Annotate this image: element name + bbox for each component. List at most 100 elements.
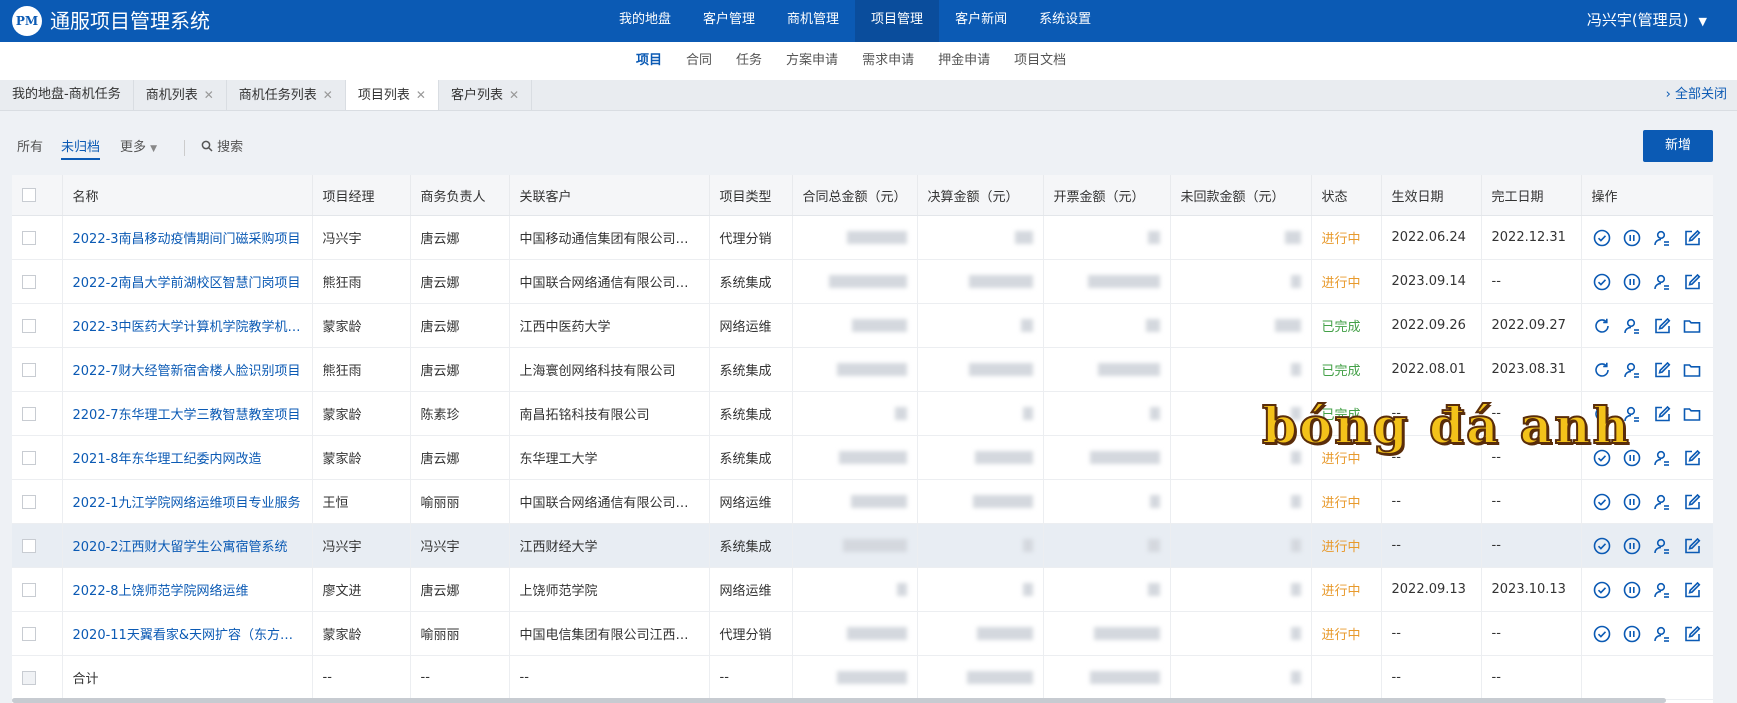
folder-icon[interactable] — [1682, 360, 1702, 380]
manager-cell: 熊狂雨 — [312, 347, 411, 392]
pause-circle-icon[interactable] — [1622, 492, 1642, 512]
project-name-link[interactable]: 2020-2江西财大留学生公寓宿管系统 — [62, 523, 313, 568]
search-icon — [201, 140, 213, 152]
check-circle-icon[interactable] — [1592, 624, 1612, 644]
refresh-icon[interactable] — [1592, 316, 1612, 336]
close-all-tabs-button[interactable]: › 全部关闭 — [1666, 80, 1727, 110]
subnav-item[interactable]: 合同 — [674, 42, 724, 80]
table-row[interactable]: 2020-2江西财大留学生公寓宿管系统 冯兴宇 冯兴宇 江西财经大学 系统集成 进行中 --… — [12, 523, 1713, 568]
project-name-link[interactable]: 2022-7财大经管新宿舍楼人脸识别项目 — [62, 347, 313, 392]
pause-circle-icon[interactable] — [1622, 536, 1642, 556]
assign-user-icon[interactable] — [1622, 360, 1642, 380]
row-checkbox[interactable] — [22, 494, 36, 509]
check-circle-icon[interactable] — [1592, 272, 1612, 292]
assign-user-icon[interactable] — [1652, 536, 1672, 556]
actions-cell — [1581, 303, 1713, 348]
assign-user-icon[interactable] — [1652, 448, 1672, 468]
nav-item[interactable]: 客户新闻 — [939, 0, 1023, 42]
subnav-item[interactable]: 任务 — [724, 42, 774, 80]
table-row[interactable]: 2020-11天翼看家&天网扩容（东方）项目 蒙家龄 喻丽丽 中国电信集团有限公司江西… — [12, 611, 1713, 656]
filter-more-dropdown[interactable]: 更多 ▼ — [120, 138, 157, 159]
row-checkbox[interactable] — [22, 582, 36, 597]
edit-icon[interactable] — [1682, 272, 1702, 292]
table-row[interactable]: 2022-7财大经管新宿舍楼人脸识别项目 熊狂雨 唐云娜 上海寰创网络科技有限公司 系统… — [12, 347, 1713, 392]
table-row[interactable]: 2022-8上饶师范学院网络运维 廖文进 唐云娜 上饶师范学院 网络运维 进行中 2022.… — [12, 567, 1713, 612]
assign-user-icon[interactable] — [1622, 316, 1642, 336]
pause-circle-icon[interactable] — [1622, 272, 1642, 292]
edit-icon[interactable] — [1682, 228, 1702, 248]
close-icon[interactable]: ✕ — [416, 88, 426, 102]
edit-icon[interactable] — [1652, 360, 1672, 380]
horizontal-scrollbar[interactable] — [12, 698, 1666, 703]
select-all-checkbox[interactable] — [22, 188, 36, 202]
assign-user-icon[interactable] — [1652, 272, 1672, 292]
pause-circle-icon[interactable] — [1622, 228, 1642, 248]
page-tab[interactable]: 商机列表 ✕ — [134, 80, 227, 110]
edit-icon[interactable] — [1652, 404, 1672, 424]
page-tab[interactable]: 商机任务列表 ✕ — [227, 80, 346, 110]
start-date-cell: -- — [1381, 523, 1482, 568]
add-project-button[interactable]: 新增 — [1643, 130, 1713, 162]
project-name-link[interactable]: 2021-8年东华理工纪委内网改造 — [62, 435, 313, 480]
table-row[interactable]: 2022-1九江学院网络运维项目专业服务王恒喻丽丽中国联合网络通信有限公司九江市… — [12, 479, 1713, 524]
check-circle-icon[interactable] — [1592, 580, 1612, 600]
page-tab[interactable]: 我的地盘-商机任务 — [0, 80, 134, 110]
edit-icon[interactable] — [1682, 492, 1702, 512]
page-tab[interactable]: 项目列表 ✕ — [345, 80, 439, 110]
row-checkbox[interactable] — [22, 318, 36, 333]
row-checkbox[interactable] — [22, 362, 36, 377]
project-name-link[interactable]: 2020-11天翼看家&天网扩容（东方）项目 — [62, 611, 313, 656]
actions-cell — [1581, 523, 1713, 568]
table-row[interactable]: 2022-3南昌移动疫情期间门磁采购项目 冯兴宇 唐云娜 中国移动通信集团有限公司江西… — [12, 215, 1713, 260]
assign-user-icon[interactable] — [1652, 492, 1672, 512]
user-menu[interactable]: 冯兴宇(管理员) ▼ — [1587, 0, 1707, 40]
project-name-link[interactable]: 2022-1九江学院网络运维项目专业服务 — [62, 479, 313, 524]
folder-icon[interactable] — [1682, 404, 1702, 424]
nav-item[interactable]: 我的地盘 — [603, 0, 687, 42]
nav-item[interactable]: 项目管理 — [855, 0, 940, 42]
project-name-link[interactable]: 2022-8上饶师范学院网络运维 — [62, 567, 313, 612]
check-circle-icon[interactable] — [1592, 536, 1612, 556]
check-circle-icon[interactable] — [1592, 492, 1612, 512]
search-button[interactable]: 搜索 — [201, 138, 243, 158]
subnav-item[interactable]: 需求申请 — [850, 42, 926, 80]
filter-unarchived[interactable]: 未归档 — [61, 138, 101, 160]
pause-circle-icon[interactable] — [1622, 624, 1642, 644]
pause-circle-icon[interactable] — [1622, 580, 1642, 600]
close-icon[interactable]: ✕ — [323, 88, 333, 102]
nav-item[interactable]: 商机管理 — [771, 0, 855, 42]
edit-icon[interactable] — [1682, 448, 1702, 468]
project-name-link[interactable]: 2022-3中医药大学计算机学院教学机房项目 — [62, 303, 313, 348]
table-row[interactable]: 2022-2南昌大学前湖校区智慧门岗项目 熊狂雨 唐云娜 中国联合网络通信有限公司江西… — [12, 259, 1713, 304]
edit-icon[interactable] — [1682, 536, 1702, 556]
row-checkbox[interactable] — [22, 230, 36, 245]
row-checkbox[interactable] — [22, 538, 36, 553]
subnav-item[interactable]: 方案申请 — [774, 42, 850, 80]
subnav-item[interactable]: 押金申请 — [926, 42, 1002, 80]
nav-item[interactable]: 系统设置 — [1023, 0, 1107, 42]
edit-icon[interactable] — [1682, 580, 1702, 600]
row-checkbox[interactable] — [22, 626, 36, 641]
subnav-item[interactable]: 项目文档 — [1002, 42, 1078, 80]
project-name-link[interactable]: 2022-3南昌移动疫情期间门磁采购项目 — [62, 215, 313, 260]
refresh-icon[interactable] — [1592, 360, 1612, 380]
row-checkbox[interactable] — [22, 274, 36, 289]
row-checkbox[interactable] — [22, 406, 36, 421]
edit-icon[interactable] — [1682, 624, 1702, 644]
edit-icon[interactable] — [1652, 316, 1672, 336]
close-icon[interactable]: ✕ — [204, 88, 214, 102]
nav-item[interactable]: 客户管理 — [687, 0, 771, 42]
assign-user-icon[interactable] — [1652, 580, 1672, 600]
folder-icon[interactable] — [1682, 316, 1702, 336]
table-row[interactable]: 2022-3中医药大学计算机学院教学机房项目 蒙家龄 唐云娜 江西中医药大学 网络运维 已… — [12, 303, 1713, 348]
assign-user-icon[interactable] — [1652, 624, 1672, 644]
row-checkbox[interactable] — [22, 450, 36, 465]
close-icon[interactable]: ✕ — [509, 88, 519, 102]
page-tab[interactable]: 客户列表 ✕ — [439, 80, 533, 110]
project-name-link[interactable]: 2022-2南昌大学前湖校区智慧门岗项目 — [62, 259, 313, 304]
filter-all[interactable]: 所有 — [17, 138, 43, 158]
project-name-link[interactable]: 2202-7东华理工大学三教智慧教室项目 — [62, 391, 313, 436]
assign-user-icon[interactable] — [1652, 228, 1672, 248]
check-circle-icon[interactable] — [1592, 228, 1612, 248]
subnav-item[interactable]: 项目 — [624, 42, 674, 80]
